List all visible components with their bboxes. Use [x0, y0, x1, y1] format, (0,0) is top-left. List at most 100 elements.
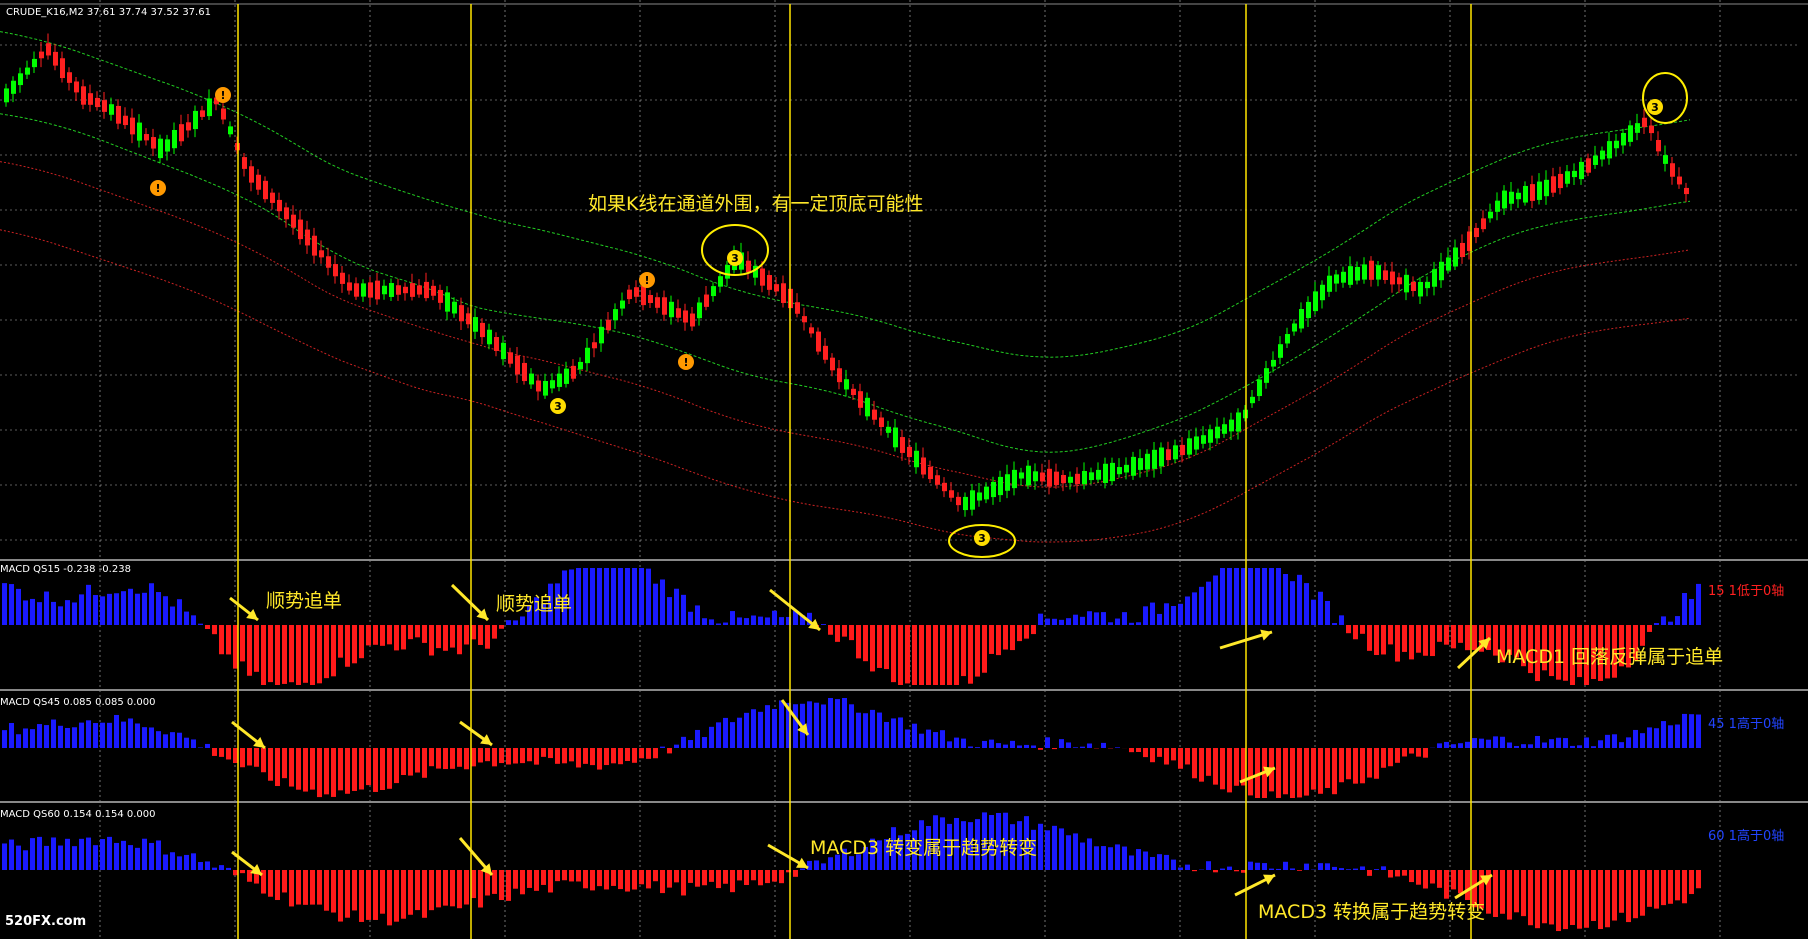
- candle-body: [1558, 173, 1563, 189]
- histogram-bar: [1465, 625, 1470, 651]
- histogram-bar: [212, 748, 217, 756]
- histogram-bar: [1031, 745, 1036, 748]
- histogram-bar: [1276, 568, 1281, 625]
- signal-marker-label: !: [155, 182, 160, 195]
- histogram-bar: [982, 625, 987, 673]
- candle-body: [501, 342, 506, 360]
- histogram-bar: [1178, 603, 1183, 625]
- histogram-bar: [898, 717, 903, 748]
- candle-body: [718, 276, 723, 287]
- histogram-bar: [1388, 870, 1393, 878]
- histogram-bar: [23, 728, 28, 748]
- histogram-bar: [576, 870, 581, 882]
- histogram-bar: [604, 748, 609, 766]
- histogram-bar: [1038, 823, 1043, 870]
- histogram-bar: [1549, 870, 1554, 925]
- histogram-bar: [16, 734, 21, 748]
- histogram-bar: [1269, 868, 1274, 870]
- histogram-bar: [653, 870, 658, 882]
- histogram-bar: [128, 845, 133, 870]
- histogram-bar: [1493, 870, 1498, 917]
- histogram-bar: [310, 870, 315, 905]
- macd1-note: MACD1 回落反弹属于追单: [1496, 646, 1723, 668]
- histogram-bar: [163, 854, 168, 870]
- histogram-bar: [828, 698, 833, 748]
- histogram-bar: [513, 748, 518, 764]
- candle-body: [1453, 247, 1458, 267]
- histogram-bar: [926, 729, 931, 748]
- candle-body: [1194, 436, 1199, 450]
- candle-body: [1376, 265, 1381, 280]
- histogram-bar: [611, 870, 616, 886]
- candle-body: [305, 229, 310, 246]
- candle-body: [1250, 396, 1255, 404]
- chart-canvas[interactable]: !!!! 3 3 3 3 CRUDE_K16,M2 37.61 37.74 37.52 …: [0, 0, 1808, 939]
- histogram-bar: [1584, 737, 1589, 748]
- histogram-bar: [681, 736, 686, 748]
- histogram-bar: [996, 743, 1001, 748]
- histogram-bar: [9, 723, 14, 748]
- histogram-bar: [1283, 574, 1288, 625]
- candle-body: [1446, 257, 1451, 271]
- histogram-bar: [450, 748, 455, 769]
- candle-body: [1201, 435, 1206, 444]
- histogram-bar: [492, 625, 497, 639]
- histogram-bar: [1038, 613, 1043, 625]
- histogram-bar: [814, 860, 819, 870]
- candle-body: [1488, 211, 1493, 219]
- candle-body: [1159, 447, 1164, 467]
- histogram-bar: [121, 840, 126, 870]
- histogram-bar: [1661, 616, 1666, 625]
- histogram-bar: [1437, 625, 1442, 642]
- watermark: 520FX.com: [5, 914, 87, 929]
- candle-body: [1411, 281, 1416, 292]
- histogram-bar: [1535, 870, 1540, 929]
- histogram-bar: [1682, 713, 1687, 748]
- candle-body: [564, 368, 569, 384]
- candle-body: [655, 297, 660, 308]
- histogram-bar: [121, 591, 126, 625]
- candle-body: [1516, 192, 1521, 200]
- histogram-bar: [1052, 825, 1057, 870]
- candle-body: [893, 427, 898, 448]
- histogram-bar: [450, 625, 455, 648]
- histogram-bar: [282, 625, 287, 684]
- candle-body: [1474, 227, 1479, 238]
- histogram-bar: [338, 625, 343, 658]
- histogram-bar: [1213, 575, 1218, 625]
- histogram-bar: [527, 748, 532, 762]
- histogram-bar: [618, 748, 623, 765]
- candle-body: [1278, 344, 1283, 358]
- histogram-bar: [534, 748, 539, 765]
- histogram-bar: [415, 870, 420, 911]
- histogram-bar: [394, 748, 399, 784]
- histogram-bar: [86, 720, 91, 748]
- candle-body: [1418, 281, 1423, 297]
- candle-body: [452, 301, 457, 314]
- histogram-bar: [37, 602, 42, 625]
- histogram-bar: [828, 625, 833, 635]
- histogram-bar: [37, 836, 42, 870]
- histogram-bar: [1248, 861, 1253, 870]
- histogram-bar: [744, 870, 749, 886]
- candle-body: [123, 115, 128, 126]
- histogram-bar: [1521, 870, 1526, 917]
- histogram-bar: [1297, 870, 1302, 871]
- histogram-bar: [142, 838, 147, 870]
- histogram-bar: [660, 870, 665, 894]
- candle-body: [382, 285, 387, 295]
- candle-body: [1502, 190, 1507, 209]
- histogram-bar: [387, 625, 392, 645]
- candle-body: [1670, 163, 1675, 177]
- histogram-bar: [198, 862, 203, 870]
- histogram-bar: [1234, 870, 1239, 872]
- histogram-bar: [331, 748, 336, 797]
- candle-body: [326, 256, 331, 268]
- candle-body: [921, 457, 926, 475]
- histogram-bar: [1423, 870, 1428, 889]
- histogram-bar: [849, 625, 854, 641]
- candle-body: [1166, 449, 1171, 461]
- histogram-bar: [219, 865, 224, 870]
- candle-body: [641, 285, 646, 306]
- histogram-bar: [142, 727, 147, 748]
